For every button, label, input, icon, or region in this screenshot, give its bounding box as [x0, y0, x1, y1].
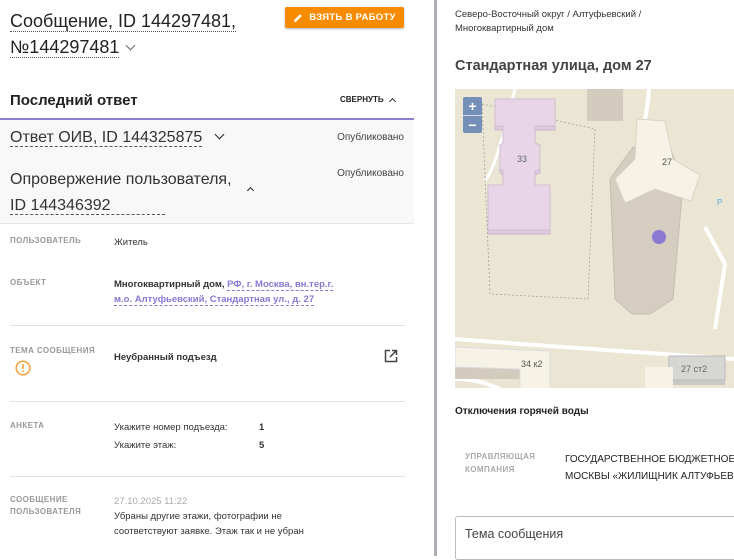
- divider: [10, 325, 405, 326]
- message-title[interactable]: Сообщение, ID 144297481, №144297481: [10, 8, 237, 60]
- map-zoom-controls: + −: [463, 97, 482, 133]
- reply-oiv[interactable]: Ответ ОИВ, ID 144325875: [10, 125, 225, 151]
- map-tiles: 33 27 P 34 к2 27 ст2: [455, 89, 734, 388]
- zoom-out-button[interactable]: −: [463, 115, 482, 133]
- management-company-value: ГОСУДАРСТВЕННОЕ БЮДЖЕТНОЕ У МОСКВЫ «ЖИЛИЩ…: [565, 454, 734, 482]
- object-panel: Северо-Восточный округ / Алтуфьевский / М…: [455, 0, 734, 560]
- replies-block: Ответ ОИВ, ID 144325875 Опубликовано Опр…: [0, 118, 414, 224]
- svg-text:27: 27: [662, 157, 672, 167]
- chevron-up-icon[interactable]: [246, 186, 255, 195]
- object-address-link[interactable]: РФ, г. Москва, вн.тер.г.: [227, 279, 334, 291]
- chevron-down-icon[interactable]: [125, 40, 136, 51]
- management-company-label: УПРАВЛЯЮЩАЯ КОМПАНИЯ: [465, 452, 536, 474]
- location-marker[interactable]: [652, 230, 666, 244]
- status-badge: Опубликовано: [337, 132, 404, 143]
- status-badge: Опубликовано: [337, 168, 404, 179]
- object-title: Стандартная улица, дом 27: [455, 58, 652, 74]
- reply-refutation[interactable]: Опровержение пользователя, ID 144346392: [10, 167, 232, 219]
- divider: [10, 476, 405, 477]
- chevron-up-icon: [388, 97, 396, 106]
- zoom-in-button[interactable]: +: [463, 97, 482, 115]
- take-to-work-button[interactable]: ВЗЯТЬ В РАБОТУ: [285, 7, 404, 28]
- message-panel: Сообщение, ID 144297481, №144297481 ВЗЯТ…: [0, 0, 414, 556]
- svg-text:P: P: [717, 198, 722, 207]
- map[interactable]: 33 27 P 34 к2 27 ст2 + −: [455, 89, 734, 388]
- warning-icon: [15, 360, 31, 376]
- collapse-button[interactable]: СВЕРНУТЬ: [340, 95, 396, 106]
- divider: [10, 401, 405, 402]
- svg-text:34 к2: 34 к2: [521, 359, 542, 369]
- scrollbar[interactable]: [434, 0, 437, 556]
- breadcrumb: Северо-Восточный округ / Алтуфьевский / М…: [455, 9, 642, 34]
- chevron-down-icon[interactable]: [214, 129, 225, 140]
- hot-water-outages: Отключения горячей воды: [455, 406, 589, 417]
- svg-text:27 ст2: 27 ст2: [681, 364, 707, 374]
- open-external-icon[interactable]: [384, 349, 398, 363]
- pencil-icon: [294, 13, 303, 22]
- object-address-link-2[interactable]: м.о. Алтуфьевский, Стандартная ул., д. 2…: [114, 294, 315, 306]
- topic-input[interactable]: Тема сообщения: [455, 516, 734, 560]
- last-reply-heading: Последний ответ: [10, 92, 138, 109]
- svg-text:33: 33: [517, 154, 527, 164]
